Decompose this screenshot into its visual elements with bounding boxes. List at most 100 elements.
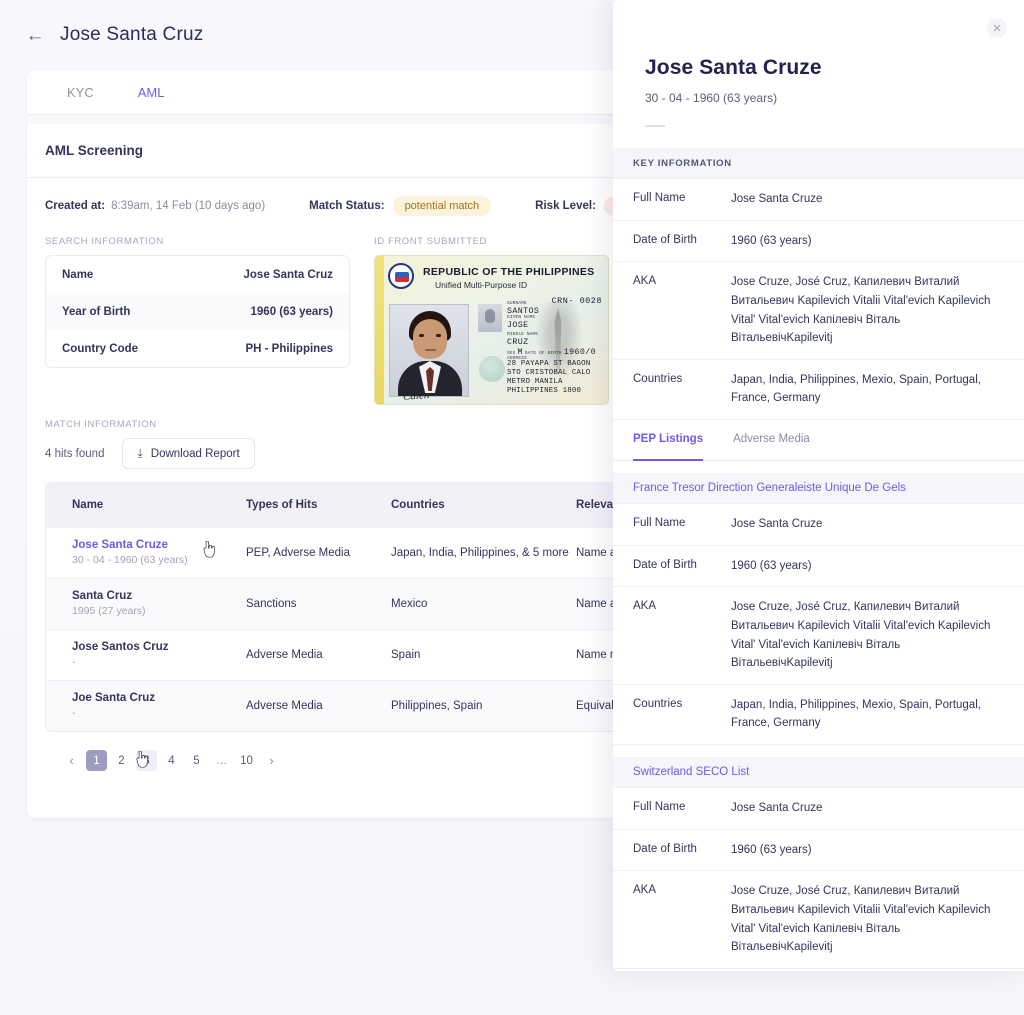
close-icon[interactable]: ✕ xyxy=(987,18,1007,38)
pagination-next[interactable]: › xyxy=(261,750,282,771)
kv-key: AKA xyxy=(633,598,731,615)
pagination-page-1[interactable]: 1 xyxy=(86,750,107,771)
row-types-cell: Adverse Media xyxy=(246,649,391,661)
row-name-sub: 1995 (27 years) xyxy=(72,604,246,619)
download-report-label: Download Report xyxy=(151,448,240,460)
row-name[interactable]: Santa Cruz xyxy=(72,589,246,605)
key-information-table: Full Name Jose Santa Cruze Date of Birth… xyxy=(613,178,1024,420)
drawer-tab-bar: PEP Listings Adverse Media xyxy=(613,420,1024,461)
kv-value: Japan, India, Philippines, Mexio, Spain,… xyxy=(731,696,1004,733)
row-name-cell[interactable]: Joe Santa Cruz - xyxy=(46,691,246,721)
drawer-divider xyxy=(645,125,665,127)
pagination-page-10[interactable]: 10 xyxy=(236,750,257,771)
kv-key: Countries xyxy=(633,696,731,713)
drawer-body: KEY INFORMATION Full Name Jose Santa Cru… xyxy=(613,148,1024,971)
row-name-sub: - xyxy=(72,655,246,670)
id-given-value: JOSE xyxy=(507,321,607,330)
page-title: Jose Santa Cruz xyxy=(60,24,203,46)
key-information-row: Countries Japan, India, Philippines, Mex… xyxy=(613,360,1024,420)
kv-value: Jose Cruze, José Cruz, Капилевич Виталий… xyxy=(731,882,1004,957)
listing-row: Full Name Jose Santa Cruze xyxy=(613,504,1024,546)
tab-kyc[interactable]: KYC xyxy=(45,70,116,115)
row-name[interactable]: Jose Santa Cruze xyxy=(72,538,246,554)
id-field-group: SURNAME SANTOS GIVEN NAME JOSE MIDDLE NA… xyxy=(507,302,607,362)
search-info-key: Country Code xyxy=(62,343,138,355)
listing-row: AKA Jose Cruze, José Cruz, Капилевич Вит… xyxy=(613,871,1024,969)
listing-row: Full Name Jose Santa Cruze xyxy=(613,788,1024,830)
id-dob-label: DATE OF BIRTH xyxy=(525,352,562,357)
match-status-group: Match Status: potential match xyxy=(309,196,491,216)
column-header-countries: Countries xyxy=(391,499,576,511)
key-information-row: AKA Jose Cruze, José Cruz, Капилевич Вит… xyxy=(613,262,1024,360)
row-types-cell: Adverse Media xyxy=(246,700,391,712)
listing-row: Countries Japan, India, Philippines, Mex… xyxy=(613,685,1024,745)
kv-value: Jose Santa Cruze xyxy=(731,190,1004,209)
id-doc-type: Unified Multi-Purpose ID xyxy=(435,280,527,290)
search-info-value: 1960 (63 years) xyxy=(251,306,333,318)
drawer-title: Jose Santa Cruze xyxy=(645,56,822,80)
kv-value: Japan, India, Philippines, Mexio, Spain,… xyxy=(731,371,1004,408)
hits-found-count: 4 hits found xyxy=(45,448,122,460)
id-watermark-globe xyxy=(479,356,505,382)
search-info-row: Country Code PH - Philippines xyxy=(46,330,349,367)
pagination-page-2[interactable]: 2 xyxy=(111,750,132,771)
pagination-page-3[interactable]: 3 xyxy=(136,750,157,771)
kv-value: Jose Santa Cruze xyxy=(731,515,1004,534)
listing-table: Full Name Jose Santa Cruze Date of Birth… xyxy=(613,503,1024,745)
id-portrait-photo xyxy=(389,304,469,397)
created-at-value: 8:39am, 14 Feb (10 days ago) xyxy=(111,200,265,212)
listing-row: Date of Birth 1960 (63 years) xyxy=(613,546,1024,588)
back-arrow-icon[interactable]: ← xyxy=(22,22,48,48)
id-edge-stripe xyxy=(375,256,384,404)
column-header-types: Types of Hits xyxy=(246,499,391,511)
row-types-cell: PEP, Adverse Media xyxy=(246,547,391,559)
row-name-sub: 30 - 04 - 1960 (63 years) xyxy=(72,553,246,568)
column-header-name: Name xyxy=(46,499,246,511)
kv-value: Jose Cruze, José Cruz, Капилевич Виталий… xyxy=(731,598,1004,673)
drawer-dob: 30 - 04 - 1960 (63 years) xyxy=(645,91,777,105)
row-name[interactable]: Jose Santos Cruz xyxy=(72,640,246,656)
search-information-heading: SEARCH INFORMATION xyxy=(45,222,350,255)
id-address-line: STO CRISTOBAL CALO xyxy=(507,369,590,378)
match-status-label: Match Status: xyxy=(309,200,384,212)
row-name[interactable]: Joe Santa Cruz xyxy=(72,691,246,707)
kv-key: AKA xyxy=(633,882,731,899)
listing-row: Date of Birth 1960 (63 years) xyxy=(613,830,1024,872)
id-address-line: PHILIPPINES 1800 xyxy=(507,387,590,396)
tab-pep-listings[interactable]: PEP Listings xyxy=(633,420,703,461)
row-countries-cell: Philippines, Spain xyxy=(391,700,576,712)
pagination-ellipsis: … xyxy=(211,750,232,771)
pagination-page-4[interactable]: 4 xyxy=(161,750,182,771)
listing-title[interactable]: France Tresor Direction Generaleiste Uni… xyxy=(613,473,1024,503)
search-information-column: SEARCH INFORMATION Name Jose Santa Cruz … xyxy=(45,222,350,405)
search-info-row: Year of Birth 1960 (63 years) xyxy=(46,293,349,330)
search-info-row: Name Jose Santa Cruz xyxy=(46,256,349,293)
id-front-image: REPUBLIC OF THE PHILIPPINES Unified Mult… xyxy=(374,255,609,405)
kv-value: 1960 (63 years) xyxy=(731,841,1004,860)
download-icon: ⤓ xyxy=(137,446,142,461)
download-report-button[interactable]: ⤓ Download Report xyxy=(122,438,254,469)
kv-key: AKA xyxy=(633,273,731,290)
kv-value: 1960 (63 years) xyxy=(731,557,1004,576)
search-information-table: Name Jose Santa Cruz Year of Birth 1960 … xyxy=(45,255,350,368)
row-types-cell: Sanctions xyxy=(246,598,391,610)
listing-title[interactable]: Switzerland SECO List xyxy=(613,757,1024,787)
aml-screening-title: AML Screening xyxy=(45,143,143,158)
row-name-cell[interactable]: Santa Cruz 1995 (27 years) xyxy=(46,589,246,619)
key-information-row: Full Name Jose Santa Cruze xyxy=(613,179,1024,221)
pagination-page-5[interactable]: 5 xyxy=(186,750,207,771)
kv-key: Full Name xyxy=(633,515,731,532)
id-address-line: METRO MANILA xyxy=(507,378,590,387)
kv-value: 1960 (63 years) xyxy=(731,232,1004,251)
created-at-label: Created at: xyxy=(45,200,105,212)
row-name-cell[interactable]: Jose Santa Cruze 30 - 04 - 1960 (63 year… xyxy=(46,538,246,568)
kv-value: Jose Santa Cruze xyxy=(731,799,1004,818)
tab-adverse-media[interactable]: Adverse Media xyxy=(733,420,810,461)
row-name-cell[interactable]: Jose Santos Cruz - xyxy=(46,640,246,670)
row-countries-cell: Japan, India, Philippines, & 5 more xyxy=(391,547,576,559)
row-countries-cell: Spain xyxy=(391,649,576,661)
pagination-prev[interactable]: ‹ xyxy=(61,750,82,771)
id-ghost-photo xyxy=(478,304,502,332)
match-status-badge: potential match xyxy=(393,196,492,216)
tab-aml[interactable]: AML xyxy=(116,70,187,115)
